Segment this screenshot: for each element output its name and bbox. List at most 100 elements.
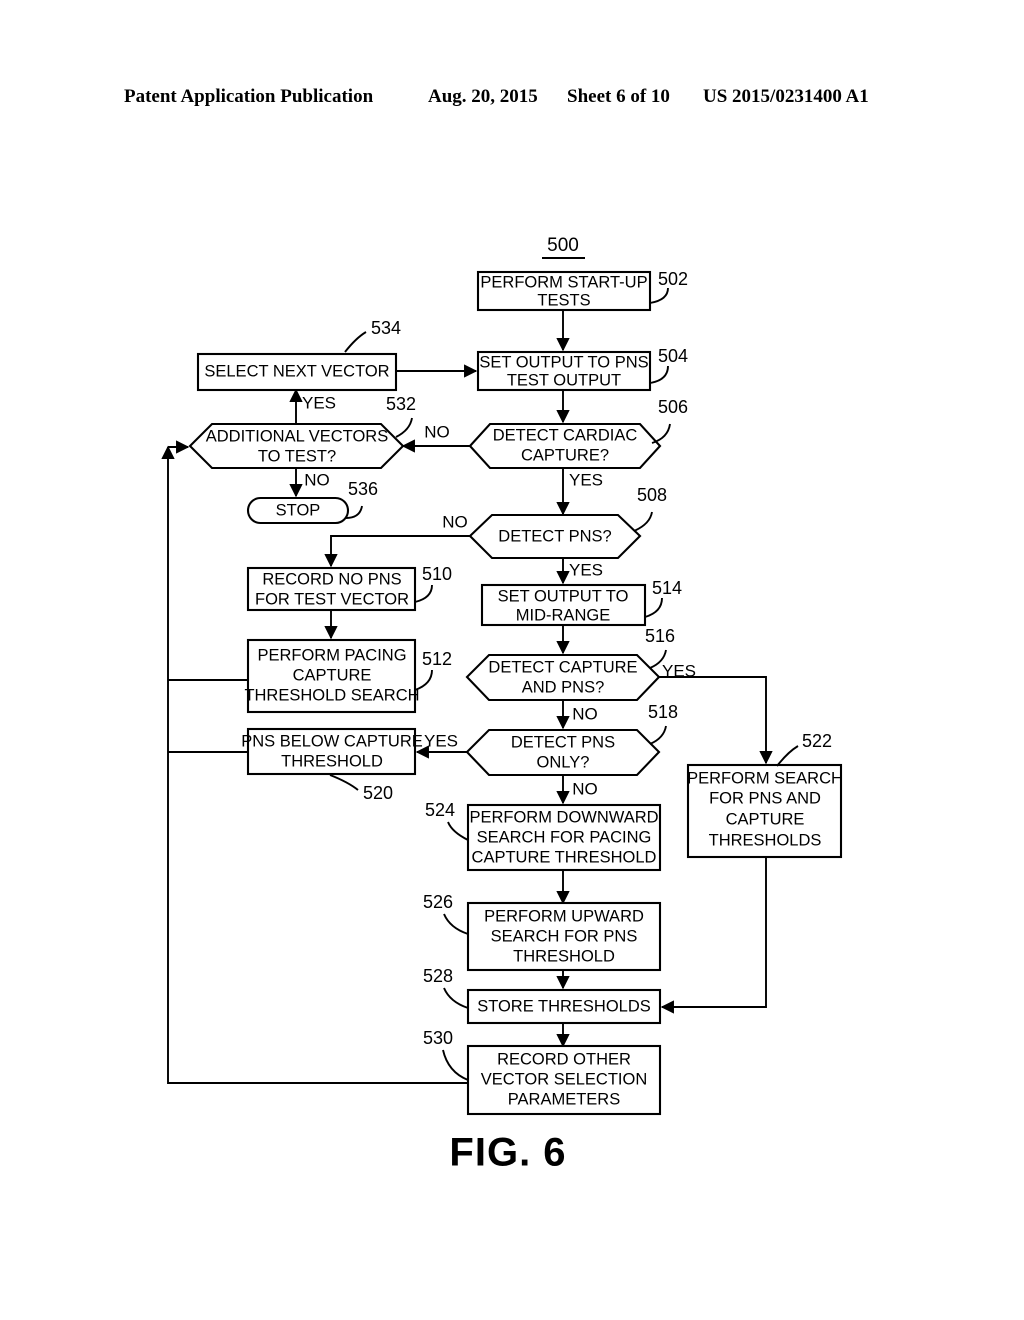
edge-label-pns-only-yes: YES — [424, 731, 458, 750]
node-510-leader — [414, 584, 433, 603]
edge-508-no-510 — [324, 535, 470, 568]
node-516-line-1: AND PNS? — [522, 678, 605, 696]
edge-label-detect-pns-no: NO — [442, 512, 468, 531]
node-504-ref: 504 — [658, 346, 688, 366]
node-514-line-0: SET OUTPUT TO — [498, 587, 629, 605]
node-502[interactable]: PERFORM START-UP TESTS 502 — [476, 269, 688, 312]
node-520-leader — [329, 774, 359, 791]
node-532-ref: 532 — [386, 394, 416, 414]
node-534-leader — [344, 331, 367, 353]
edge-label-capture-and-pns-no: NO — [572, 704, 598, 723]
node-508[interactable]: DETECT PNS? 508 — [468, 485, 667, 560]
edge-label-detect-pns-yes: YES — [569, 560, 603, 579]
node-522-line-3: THRESHOLDS — [709, 831, 822, 849]
node-514-ref: 514 — [652, 578, 682, 598]
node-512[interactable]: PERFORM PACING CAPTURE THRESHOLD SEARCH … — [244, 638, 452, 714]
node-514-leader — [644, 597, 663, 618]
node-532-line-0: ADDITIONAL VECTORS — [206, 427, 388, 445]
node-530-line-1: VECTOR SELECTION — [481, 1070, 648, 1088]
node-530-ref: 530 — [423, 1028, 453, 1048]
edge-label-cardiac-capture-no: NO — [424, 422, 450, 441]
node-512-line-0: PERFORM PACING — [257, 646, 406, 664]
node-516-line-0: DETECT CAPTURE — [488, 658, 637, 676]
node-526-line-0: PERFORM UPWARD — [484, 907, 644, 925]
node-524-leader — [447, 821, 469, 841]
node-518-leader — [649, 725, 667, 745]
node-508-ref: 508 — [637, 485, 667, 505]
node-516[interactable]: DETECT CAPTURE AND PNS? 516 — [465, 626, 675, 702]
node-528-line-0: STORE THRESHOLDS — [477, 997, 651, 1015]
node-508-line-0: DETECT PNS? — [498, 527, 611, 545]
node-510-line-1: FOR TEST VECTOR — [255, 590, 409, 608]
node-522-line-1: FOR PNS AND — [709, 789, 821, 807]
edge-label-cardiac-capture-yes: YES — [569, 470, 603, 489]
node-522-line-0: PERFORM SEARCH — [687, 769, 843, 787]
node-530-line-2: PARAMETERS — [508, 1090, 620, 1108]
node-514-line-1: MID-RANGE — [516, 606, 610, 624]
node-514[interactable]: SET OUTPUT TO MID-RANGE 514 — [480, 578, 682, 627]
node-528[interactable]: STORE THRESHOLDS 528 — [423, 966, 662, 1025]
node-526-leader — [443, 913, 469, 935]
node-532-leader — [395, 417, 413, 438]
figure-caption: FIG. 6 — [449, 1131, 566, 1175]
flowchart-figure: 500 NO YES NO YES YES NO YES NO YES NO P… — [161, 235, 843, 1175]
node-504[interactable]: SET OUTPUT TO PNS TEST OUTPUT 504 — [476, 346, 688, 392]
node-534[interactable]: SELECT NEXT VECTOR 534 — [196, 318, 401, 392]
node-520-line-1: THRESHOLD — [281, 752, 383, 770]
node-524[interactable]: PERFORM DOWNWARD SEARCH FOR PACING CAPTU… — [425, 800, 662, 872]
node-502-line-1: TESTS — [537, 291, 590, 309]
node-534-line-0: SELECT NEXT VECTOR — [204, 362, 389, 380]
node-524-line-1: SEARCH FOR PACING — [477, 828, 652, 846]
edge-label-capture-and-pns-yes: YES — [662, 661, 696, 680]
node-522-leader — [776, 745, 799, 767]
node-534-ref: 534 — [371, 318, 401, 338]
node-502-ref: 502 — [658, 269, 688, 289]
edge-label-additional-no: NO — [304, 470, 330, 489]
node-504-line-0: SET OUTPUT TO PNS — [479, 353, 648, 371]
node-504-leader — [649, 365, 669, 384]
node-502-line-0: PERFORM START-UP — [480, 273, 647, 291]
node-530[interactable]: RECORD OTHER VECTOR SELECTION PARAMETERS… — [423, 1028, 662, 1116]
node-508-leader — [633, 511, 653, 532]
node-510[interactable]: RECORD NO PNS FOR TEST VECTOR 510 — [246, 564, 452, 612]
node-520[interactable]: PNS BELOW CAPTURE THRESHOLD 520 — [241, 727, 423, 803]
node-506[interactable]: DETECT CARDIAC CAPTURE? 506 — [468, 397, 688, 470]
node-530-leader — [442, 1049, 469, 1081]
node-522[interactable]: PERFORM SEARCH FOR PNS AND CAPTURE THRES… — [686, 731, 843, 859]
node-520-ref: 520 — [363, 783, 393, 803]
node-526-line-1: SEARCH FOR PNS — [491, 927, 638, 945]
node-536-ref: 536 — [348, 479, 378, 499]
node-512-line-2: THRESHOLD SEARCH — [244, 686, 419, 704]
node-512-line-1: CAPTURE — [293, 666, 372, 684]
node-506-line-1: CAPTURE? — [521, 446, 609, 464]
node-506-line-0: DETECT CARDIAC — [493, 426, 638, 444]
node-528-ref: 528 — [423, 966, 453, 986]
diagram-ref-500: 500 — [547, 235, 579, 256]
node-524-line-2: CAPTURE THRESHOLD — [472, 848, 657, 866]
node-532-line-1: TO TEST? — [258, 447, 336, 465]
node-504-line-1: TEST OUTPUT — [507, 371, 621, 389]
node-510-line-0: RECORD NO PNS — [262, 570, 401, 588]
node-522-ref: 522 — [802, 731, 832, 751]
node-518-line-1: ONLY? — [537, 753, 590, 771]
node-524-ref: 524 — [425, 800, 455, 820]
node-536-line-0: STOP — [276, 501, 321, 519]
node-502-leader — [649, 287, 669, 304]
node-520-line-0: PNS BELOW CAPTURE — [241, 732, 423, 750]
node-516-ref: 516 — [645, 626, 675, 646]
node-526-ref: 526 — [423, 892, 453, 912]
node-528-leader — [443, 987, 469, 1009]
node-524-line-0: PERFORM DOWNWARD — [469, 808, 658, 826]
node-518-line-0: DETECT PNS — [511, 733, 615, 751]
patent-figure-page: Patent Application Publication Aug. 20, … — [0, 0, 1024, 1320]
node-526[interactable]: PERFORM UPWARD SEARCH FOR PNS THRESHOLD … — [423, 892, 662, 972]
node-506-ref: 506 — [658, 397, 688, 417]
node-526-line-2: THRESHOLD — [513, 947, 615, 965]
node-510-ref: 510 — [422, 564, 452, 584]
node-522-line-2: CAPTURE — [726, 810, 805, 828]
edge-522-528 — [660, 857, 767, 1014]
edge-label-additional-yes: YES — [302, 393, 336, 412]
node-518-ref: 518 — [648, 702, 678, 722]
edge-label-pns-only-no: NO — [572, 779, 598, 798]
node-512-ref: 512 — [422, 649, 452, 669]
